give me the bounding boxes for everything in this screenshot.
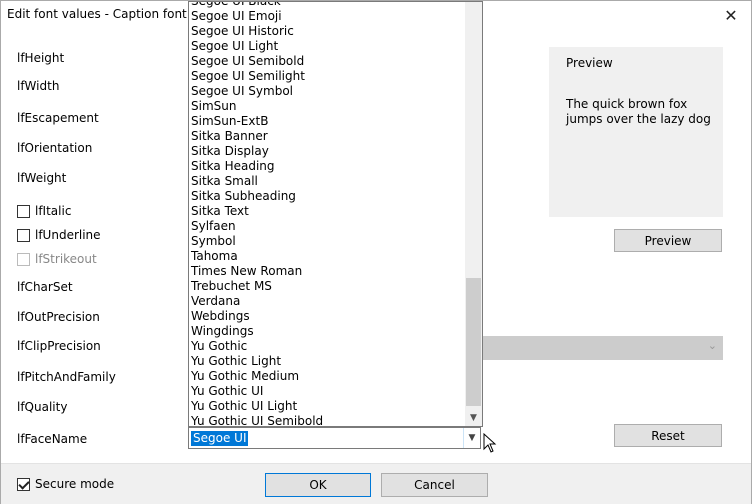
cancel-button[interactable]: Cancel <box>381 473 488 497</box>
scrollbar-thumb[interactable] <box>466 278 481 406</box>
label-lfweight: lfWeight <box>17 171 67 185</box>
pitch-and-family-combo: ⌄ <box>481 336 723 360</box>
font-list-item[interactable]: Sitka Text <box>191 204 249 219</box>
font-list-item[interactable]: Times New Roman <box>191 264 302 279</box>
ok-button[interactable]: OK <box>265 473 371 497</box>
label-lfclipprecision: lfClipPrecision <box>17 339 101 353</box>
label-lfoutprecision: lfOutPrecision <box>17 310 100 324</box>
italic-checkbox[interactable] <box>17 204 30 218</box>
mouse-cursor-icon <box>483 433 497 453</box>
footer-bar: Secure mode OK Cancel <box>1 463 751 504</box>
font-list-item[interactable]: Yu Gothic Light <box>191 354 281 369</box>
label-lfquality: lfQuality <box>17 400 68 414</box>
preview-heading: Preview <box>566 56 613 70</box>
facename-combo[interactable]: Segoe UI ▼ <box>188 427 481 449</box>
close-icon[interactable]: ✕ <box>711 1 751 29</box>
font-list-item[interactable]: Wingdings <box>191 324 254 339</box>
facename-selected-value[interactable]: Segoe UI <box>191 431 249 446</box>
font-list-item[interactable]: Segoe UI Semibold <box>191 54 304 69</box>
font-list-item[interactable]: Sitka Small <box>191 174 258 189</box>
font-dropdown-list[interactable]: Segoe UI Black Segoe UI Emoji Segoe UI His… <box>188 1 483 427</box>
font-list-item[interactable]: Sitka Banner <box>191 129 268 144</box>
font-list-item[interactable]: Yu Gothic UI Light <box>191 399 297 414</box>
font-list-item[interactable]: Tahoma <box>191 249 238 264</box>
window-title: Edit font values - Caption font <box>7 7 187 21</box>
font-list-item[interactable]: SimSun <box>191 99 236 114</box>
label-lfwidth: lfWidth <box>17 79 60 93</box>
preview-button[interactable]: Preview <box>614 229 722 252</box>
reset-button[interactable]: Reset <box>614 424 722 447</box>
font-list-item[interactable]: Yu Gothic <box>191 339 247 354</box>
dropdown-scrollbar[interactable]: ▼ <box>465 2 482 426</box>
label-lfpitchandfamily: lfPitchAndFamily <box>17 370 116 384</box>
font-list-item[interactable]: Yu Gothic Medium <box>191 369 299 384</box>
font-list-item[interactable]: Yu Gothic UI Semibold <box>191 414 323 426</box>
scroll-down-icon[interactable]: ▼ <box>465 409 482 426</box>
font-list-item[interactable]: Sitka Heading <box>191 159 275 174</box>
preview-panel: Preview The quick brown fox jumps over t… <box>549 47 723 217</box>
font-list-item[interactable]: Trebuchet MS <box>191 279 272 294</box>
secure-mode-checkbox-row[interactable]: Secure mode <box>17 477 114 491</box>
underline-label: lfUnderline <box>35 228 101 242</box>
strikeout-label: lfStrikeout <box>35 252 97 266</box>
preview-sample-text: The quick brown fox jumps over the lazy … <box>566 97 711 126</box>
edit-font-dialog: Edit font values - Caption font ✕ lfHeig… <box>0 0 752 504</box>
font-list-item[interactable]: Webdings <box>191 309 250 324</box>
font-list-item[interactable]: Segoe UI Black <box>191 2 281 9</box>
font-list-item[interactable]: Segoe UI Historic <box>191 24 294 39</box>
font-list-item[interactable]: SimSun-ExtB <box>191 114 268 129</box>
secure-mode-label: Secure mode <box>35 477 115 491</box>
chevron-down-icon[interactable]: ▼ <box>463 428 480 448</box>
label-lfcharset: lfCharSet <box>17 280 73 294</box>
label-lforientation: lfOrientation <box>17 141 93 155</box>
font-list-item[interactable]: Sylfaen <box>191 219 236 234</box>
font-list-item[interactable]: Segoe UI Semilight <box>191 69 305 84</box>
underline-checkbox-row[interactable]: lfUnderline <box>17 228 101 242</box>
label-lfescapement: lfEscapement <box>17 111 99 125</box>
secure-mode-checkbox[interactable] <box>17 477 30 491</box>
underline-checkbox[interactable] <box>17 228 30 242</box>
font-list-item[interactable]: Sitka Subheading <box>191 189 296 204</box>
font-list-item[interactable]: Segoe UI Emoji <box>191 9 282 24</box>
font-list-item[interactable]: Segoe UI Symbol <box>191 84 293 99</box>
font-list-item[interactable]: Yu Gothic UI <box>191 384 263 399</box>
font-list-item[interactable]: Segoe UI Light <box>191 39 278 54</box>
font-list-item[interactable]: Verdana <box>191 294 240 309</box>
italic-label: lfItalic <box>35 204 72 218</box>
strikeout-checkbox <box>17 252 30 266</box>
chevron-down-icon: ⌄ <box>707 339 717 352</box>
label-lffacename: lfFaceName <box>17 432 88 446</box>
strikeout-checkbox-row: lfStrikeout <box>17 252 97 266</box>
font-list-item[interactable]: Sitka Display <box>191 144 269 159</box>
font-list-item[interactable]: Symbol <box>191 234 236 249</box>
label-lfheight: lfHeight <box>17 51 65 65</box>
italic-checkbox-row[interactable]: lfItalic <box>17 204 71 218</box>
